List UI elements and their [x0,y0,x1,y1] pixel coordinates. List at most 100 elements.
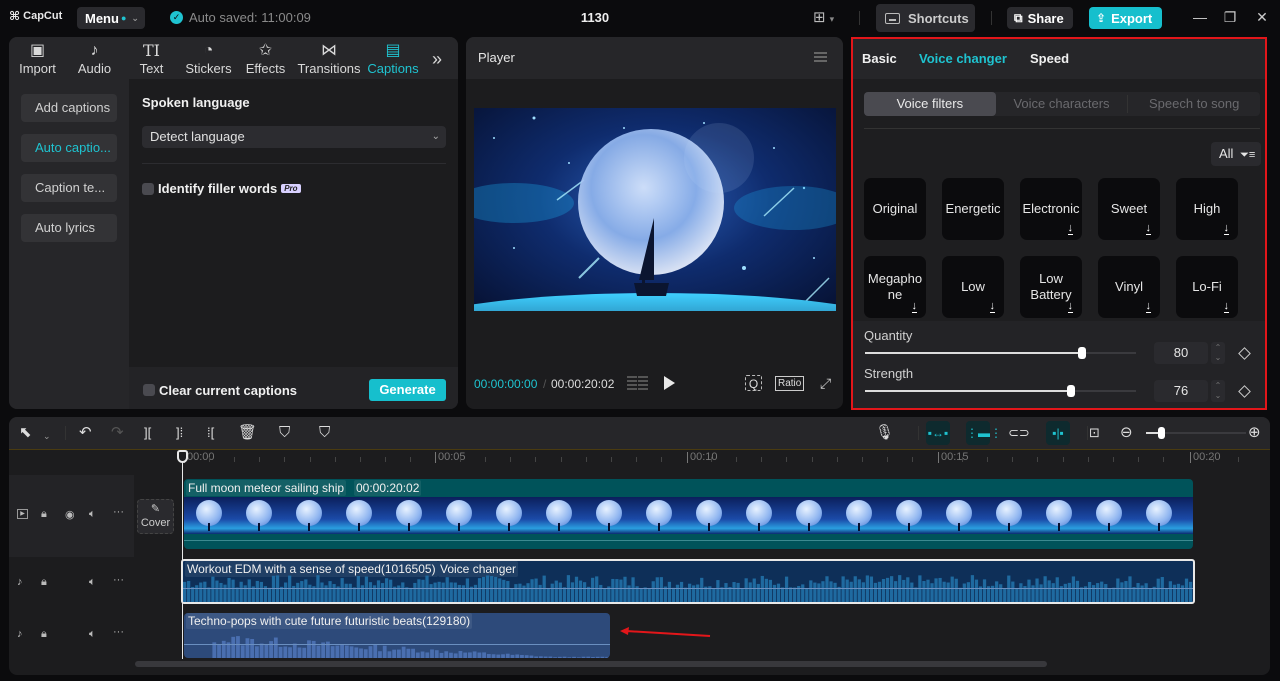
lock-icon[interactable]: 🔒︎ [41,628,47,641]
auto-snap-icon[interactable]: ⋮▬⋮ [966,421,1002,445]
speaker-icon[interactable]: 🔈︎ [89,508,96,521]
download-icon[interactable]: ↓ [1067,301,1073,313]
strength-input[interactable]: 76 [1154,380,1208,402]
speaker-icon[interactable]: 🔈︎ [89,628,96,641]
close-icon[interactable]: ✕ [1254,9,1270,26]
tab-audio[interactable]: ♪ Audio [66,37,123,79]
tab-text[interactable]: TI Text [123,37,180,79]
strength-keyframe-icon[interactable] [1238,385,1251,398]
main-track-magnet-icon[interactable]: ▪↔▪ [926,421,950,445]
clear-captions-checkbox[interactable] [143,384,155,396]
voice-filter-vinyl[interactable]: Vinyl ↓ [1098,256,1160,318]
download-icon[interactable]: ↓ [1145,301,1151,313]
timeline-ruler[interactable]: 00:00 00:05 00:10 00:15 00:20 [9,449,1270,471]
playhead-handle[interactable] [177,450,188,463]
redo-icon[interactable]: ↷ [111,424,124,442]
quantity-stepper[interactable]: ⌃ ⌄ [1211,342,1225,364]
minimize-icon[interactable]: — [1192,9,1208,25]
zoom-in-icon[interactable]: ⊕ [1248,424,1261,442]
shortcuts-button[interactable]: Shortcuts [876,4,975,32]
video-clip[interactable]: Full moon meteor sailing ship 00:00:20:0… [184,479,1193,549]
voice-filter-sweet[interactable]: Sweet ↓ [1098,178,1160,240]
strength-slider-handle[interactable] [1066,385,1075,397]
tab-captions[interactable]: ▤ Captions [364,37,422,79]
play-button[interactable] [664,376,675,390]
segment-voice-filters[interactable]: Voice filters [864,92,996,116]
download-icon[interactable]: ↓ [1145,223,1151,235]
cover-button[interactable]: ✎ Cover [137,499,174,534]
undo-icon[interactable]: ↶ [79,424,92,442]
ai-shield-icon[interactable]: ⛉ [279,424,290,442]
language-select[interactable]: Detect language ⌄ [142,126,446,148]
restore-icon[interactable]: ❐ [1222,9,1238,26]
voice-filter-original[interactable]: Original [864,178,926,240]
zoom-out-icon[interactable]: ⊖ [1120,424,1133,442]
download-icon[interactable]: ↓ [1223,223,1229,235]
strength-stepper[interactable]: ⌃ ⌄ [1211,380,1225,402]
split-icon[interactable]: ][ [144,424,151,442]
segment-speech-to-song[interactable]: Speech to song [1128,92,1260,116]
playhead[interactable] [182,451,183,659]
quantity-input[interactable]: 80 [1154,342,1208,364]
speaker-icon[interactable]: 🔈︎ [89,576,96,589]
microphone-icon[interactable]: 🎙︎ [875,424,894,442]
more-icon[interactable]: ··· [113,626,124,638]
video-preview[interactable] [474,108,836,311]
tab-import[interactable]: ▣ Import [9,37,66,79]
chevron-down-icon[interactable]: ⌄ [43,427,51,445]
timeline-zoom-slider[interactable] [1146,427,1246,439]
voice-filter-low-battery[interactable]: Low Battery ↓ [1020,256,1082,318]
audio-clip-techno-pops[interactable]: Techno-pops with cute future futuristic … [184,613,610,658]
more-tabs-button[interactable]: » [422,37,452,79]
voice-filter-high[interactable]: High ↓ [1176,178,1238,240]
tab-transitions[interactable]: ⋈ Transitions [294,37,364,79]
generate-button[interactable]: Generate [369,379,446,401]
timecode-grid-icon[interactable] [627,376,648,391]
zoom-to-fit-icon[interactable]: ⊡ [1089,424,1100,442]
audio-clip-workout-edm[interactable]: Workout EDM with a sense of speed(101650… [181,559,1195,604]
lock-icon[interactable]: 🔒︎ [41,576,47,589]
voice-filter-lo-fi[interactable]: Lo-Fi ↓ [1176,256,1238,318]
tab-stickers[interactable]: ◔ Stickers [180,37,237,79]
split-right-icon[interactable]: ⁞[ [207,424,214,442]
voice-filter-energetic[interactable]: Energetic [942,178,1004,240]
timeline-horizontal-scrollbar[interactable] [135,661,1047,667]
fullscreen-icon[interactable]: ⤢ [820,375,831,392]
voice-filter-electronic[interactable]: Electronic ↓ [1020,178,1082,240]
voice-filter-low[interactable]: Low ↓ [942,256,1004,318]
identify-filler-checkbox[interactable] [142,183,154,195]
side-nav-auto-captions[interactable]: Auto captio... [21,134,117,162]
delete-icon[interactable]: 🗑︎ [238,424,257,442]
share-button[interactable]: ⧉ Share [1007,7,1073,29]
segment-voice-characters[interactable]: Voice characters [996,92,1128,116]
side-nav-auto-lyrics[interactable]: Auto lyrics [21,214,117,242]
side-nav-caption-templates[interactable]: Caption te... [21,174,117,202]
quantity-keyframe-icon[interactable] [1238,347,1251,360]
export-button[interactable]: ⇪ Export [1089,7,1162,29]
zoom-preview-icon[interactable]: Q [745,375,762,391]
more-icon[interactable]: ··· [113,574,124,586]
download-icon[interactable]: ↓ [989,301,995,313]
select-tool-icon[interactable]: ⬉ [19,424,32,442]
voice-filter-megapho-ne[interactable]: Megapho ne ↓ [864,256,926,318]
player-menu-icon[interactable] [814,52,827,62]
tab-basic[interactable]: Basic [862,51,897,66]
split-left-icon[interactable]: ]⁞ [176,424,183,442]
download-icon[interactable]: ↓ [1067,223,1073,235]
quantity-slider[interactable] [865,347,1136,359]
more-icon[interactable]: ··· [113,506,124,518]
strength-slider[interactable] [865,385,1136,397]
filter-dropdown[interactable]: All ⏷≡ [1211,142,1261,166]
link-icon[interactable]: ⊂⊃ [1008,424,1030,442]
download-icon[interactable]: ↓ [911,301,917,313]
preview-axis-icon[interactable]: ▪|▪ [1046,421,1070,445]
menu-button[interactable]: Menu ● ⌄ [77,7,145,29]
zoom-slider-handle[interactable] [1158,427,1165,439]
shield-icon[interactable]: ⛉ [319,424,330,442]
tab-speed[interactable]: Speed [1030,51,1069,66]
layout-button[interactable]: ⊞ ▾ [813,8,834,26]
eye-icon[interactable]: ◉ [65,508,75,521]
download-icon[interactable]: ↓ [1223,301,1229,313]
side-nav-add-captions[interactable]: Add captions [21,94,117,122]
ratio-button[interactable]: Ratio [775,376,805,391]
